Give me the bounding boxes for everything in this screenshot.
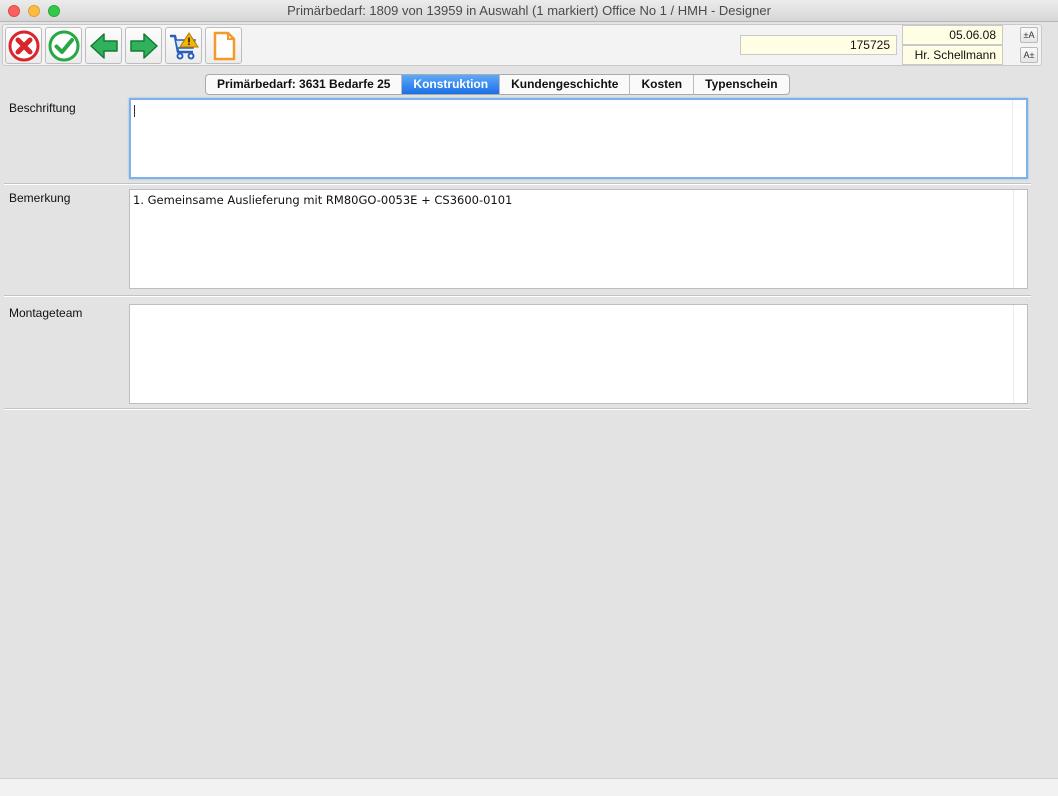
font-size-down-button[interactable]: A± <box>1020 47 1038 63</box>
zoom-window-button[interactable] <box>48 5 60 17</box>
montageteam-scrollbar[interactable] <box>1013 305 1027 403</box>
divider <box>4 408 1031 410</box>
tab-konstruktion[interactable]: Konstruktion <box>402 75 501 94</box>
new-document-button[interactable] <box>205 27 242 64</box>
user-field: Hr. Schellmann <box>902 45 1003 65</box>
divider <box>4 183 1031 185</box>
font-size-up-button[interactable]: ±A <box>1020 27 1038 43</box>
document-icon <box>213 31 236 61</box>
arrow-right-icon <box>130 33 158 59</box>
tab-primaerbedarf[interactable]: Primärbedarf: 3631 Bedarfe 25 <box>206 75 403 94</box>
beschriftung-label: Beschriftung <box>9 101 76 115</box>
status-bar <box>0 778 1058 796</box>
cancel-icon <box>8 30 40 62</box>
previous-button[interactable] <box>85 27 122 64</box>
arrow-left-icon <box>90 33 118 59</box>
window-titlebar: Primärbedarf: 1809 von 13959 in Auswahl … <box>0 0 1058 22</box>
bemerkung-textarea[interactable]: 1. Gemeinsame Auslieferung mit RM80GO-00… <box>129 189 1028 289</box>
checkmark-icon <box>48 30 80 62</box>
date-field: 05.06.08 <box>902 25 1003 45</box>
window-title: Primärbedarf: 1809 von 13959 in Auswahl … <box>287 3 771 18</box>
beschriftung-textarea[interactable] <box>129 98 1028 179</box>
montageteam-label: Montageteam <box>9 306 83 320</box>
confirm-button[interactable] <box>45 27 82 64</box>
bemerkung-scrollbar[interactable] <box>1013 190 1027 288</box>
tab-kundengeschichte[interactable]: Kundengeschichte <box>500 75 631 94</box>
close-window-button[interactable] <box>8 5 20 17</box>
text-caret <box>134 104 135 117</box>
montageteam-textarea[interactable] <box>129 304 1028 404</box>
bemerkung-value: 1. Gemeinsame Auslieferung mit RM80GO-00… <box>133 193 513 207</box>
next-button[interactable] <box>125 27 162 64</box>
toolbar: 175725 05.06.08 Hr. Schellmann ±A A± <box>2 24 1042 66</box>
beschriftung-scrollbar[interactable] <box>1012 100 1026 177</box>
cancel-button[interactable] <box>5 27 42 64</box>
cart-warning-icon <box>170 32 199 60</box>
cart-warning-button[interactable] <box>165 27 202 64</box>
tab-kosten[interactable]: Kosten <box>630 75 695 94</box>
divider <box>4 295 1031 297</box>
tab-bar: Primärbedarf: 3631 Bedarfe 25 Konstrukti… <box>205 74 790 95</box>
minimize-window-button[interactable] <box>28 5 40 17</box>
tab-typenschein[interactable]: Typenschein <box>694 75 788 94</box>
record-number-field: 175725 <box>740 35 897 55</box>
bemerkung-label: Bemerkung <box>9 191 71 205</box>
